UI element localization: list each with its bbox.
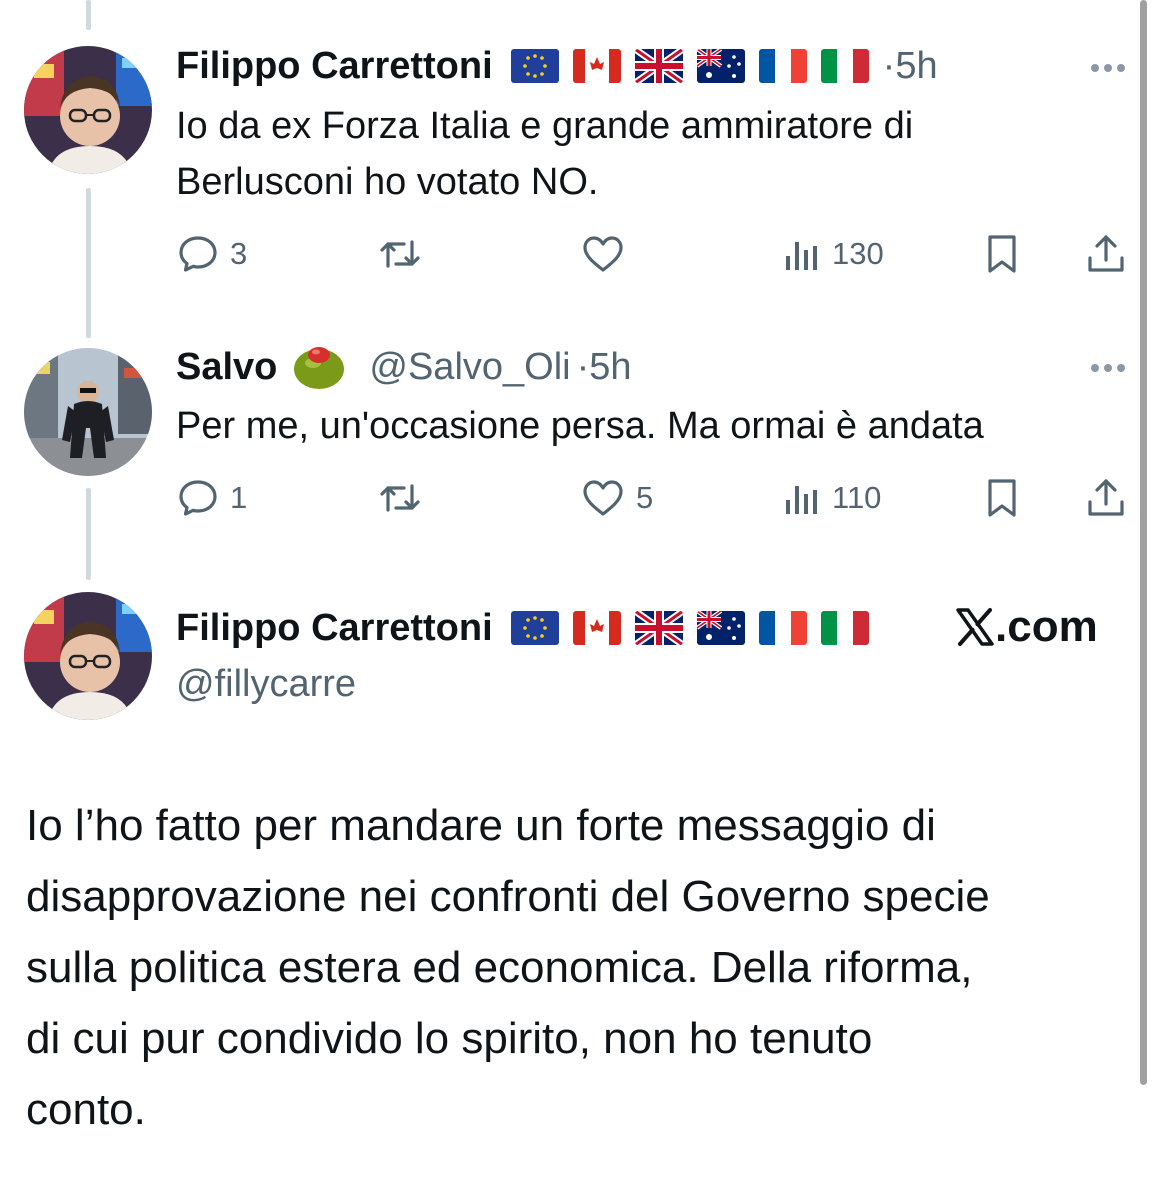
- reply-button[interactable]: 3: [176, 232, 247, 276]
- reply-icon: [179, 236, 217, 272]
- views-button[interactable]: 110: [782, 476, 881, 520]
- avatar[interactable]: [24, 348, 152, 476]
- like-button[interactable]: 5: [580, 476, 653, 520]
- repost-button[interactable]: [376, 476, 424, 520]
- france-flag-icon: [758, 49, 807, 83]
- separator-dot: ·: [576, 345, 590, 388]
- flag-row: [510, 611, 869, 645]
- post-time[interactable]: 5h: [589, 346, 631, 389]
- heart-icon: [583, 480, 623, 516]
- repost-button[interactable]: [376, 232, 424, 276]
- australia-flag-icon: [696, 611, 745, 645]
- bookmark-button[interactable]: [982, 476, 1022, 520]
- bookmark-button[interactable]: [982, 232, 1022, 276]
- like-count: 5: [636, 480, 654, 515]
- main-post-text-line: sulla politica estera ed economica. Dell…: [26, 943, 973, 992]
- bookmark-icon: [988, 235, 1016, 273]
- flag-row: [510, 49, 869, 83]
- author-name[interactable]: Filippo Carrettoni: [176, 607, 493, 650]
- france-flag-icon: [758, 611, 807, 645]
- handle-row: @fillycarre: [176, 660, 356, 708]
- thread-page: Filippo Carrettoni · 5h Io da ex Forza I…: [0, 0, 1159, 1200]
- share-button[interactable]: [1084, 476, 1128, 520]
- x-logo-text: .com: [995, 602, 1098, 651]
- author-handle[interactable]: @fillycarre: [176, 663, 356, 706]
- reply-icon: [179, 480, 217, 516]
- repost-icon: [380, 484, 420, 512]
- post-text-line: Berlusconi ho votato NO.: [176, 161, 599, 203]
- canada-flag-icon: [572, 611, 621, 645]
- canada-flag-icon: [572, 49, 621, 83]
- post-header: Salvo @Salvo_Oli · 5h: [176, 343, 632, 391]
- eu-flag-icon: [510, 611, 559, 645]
- italy-flag-icon: [820, 611, 869, 645]
- author-handle[interactable]: @Salvo_Oli: [369, 346, 570, 389]
- reply-count: 1: [230, 480, 248, 515]
- main-post-text-line: disapprovazione nei confronti del Govern…: [26, 872, 990, 921]
- post-text-line: Per me, un'occasione persa. Ma ormai è a…: [176, 405, 984, 447]
- main-post-text-line: Io l’ho fatto per mandare un forte messa…: [26, 801, 936, 850]
- main-post-text: Io l’ho fatto per mandare un forte messa…: [26, 790, 1126, 1145]
- repost-icon: [380, 240, 420, 268]
- eu-flag-icon: [510, 49, 559, 83]
- post-header: Filippo Carrettoni · 5h: [176, 42, 938, 90]
- view-count: 110: [832, 480, 882, 515]
- uk-flag-icon: [634, 611, 683, 645]
- author-name[interactable]: Filippo Carrettoni: [176, 45, 493, 88]
- post-text-line: Io da ex Forza Italia e grande ammirator…: [176, 105, 914, 147]
- thread-line: [86, 488, 91, 580]
- more-options-icon[interactable]: [1091, 64, 1125, 72]
- avatar[interactable]: [24, 46, 152, 174]
- thread-line: [86, 0, 91, 30]
- post-actions: 1 5 110: [176, 476, 1136, 526]
- italy-flag-icon: [820, 49, 869, 83]
- share-icon: [1088, 479, 1124, 516]
- author-name[interactable]: Salvo: [176, 346, 277, 389]
- separator-dot: ·: [882, 44, 896, 87]
- post-header: Filippo Carrettoni: [176, 604, 869, 652]
- views-icon: [786, 242, 817, 270]
- scrollbar[interactable]: [1140, 0, 1147, 1085]
- australia-flag-icon: [696, 49, 745, 83]
- share-icon: [1088, 235, 1124, 272]
- avatar[interactable]: [24, 592, 152, 720]
- post-time[interactable]: 5h: [895, 45, 937, 88]
- views-icon: [786, 486, 817, 514]
- view-count: 130: [832, 236, 884, 271]
- uk-flag-icon: [634, 49, 683, 83]
- x-logo: .com: [955, 602, 1098, 652]
- post-text: Io da ex Forza Italia e grande ammirator…: [176, 98, 1126, 210]
- heart-icon: [583, 236, 623, 272]
- olive-emoji-icon: [294, 347, 345, 389]
- share-button[interactable]: [1084, 232, 1128, 276]
- bookmark-icon: [988, 479, 1016, 517]
- post-actions: 3 130: [176, 232, 1136, 282]
- like-button[interactable]: [580, 232, 636, 276]
- thread-line: [86, 188, 91, 338]
- views-button[interactable]: 130: [782, 232, 884, 276]
- reply-count: 3: [230, 236, 248, 271]
- post-text: Per me, un'occasione persa. Ma ormai è a…: [176, 398, 1126, 454]
- x-logo-icon: [956, 608, 994, 646]
- main-post-text-line: conto.: [26, 1085, 146, 1134]
- reply-button[interactable]: 1: [176, 476, 247, 520]
- main-post-text-line: di cui pur condivido lo spirito, non ho …: [26, 1014, 873, 1063]
- more-options-icon[interactable]: [1091, 364, 1125, 372]
